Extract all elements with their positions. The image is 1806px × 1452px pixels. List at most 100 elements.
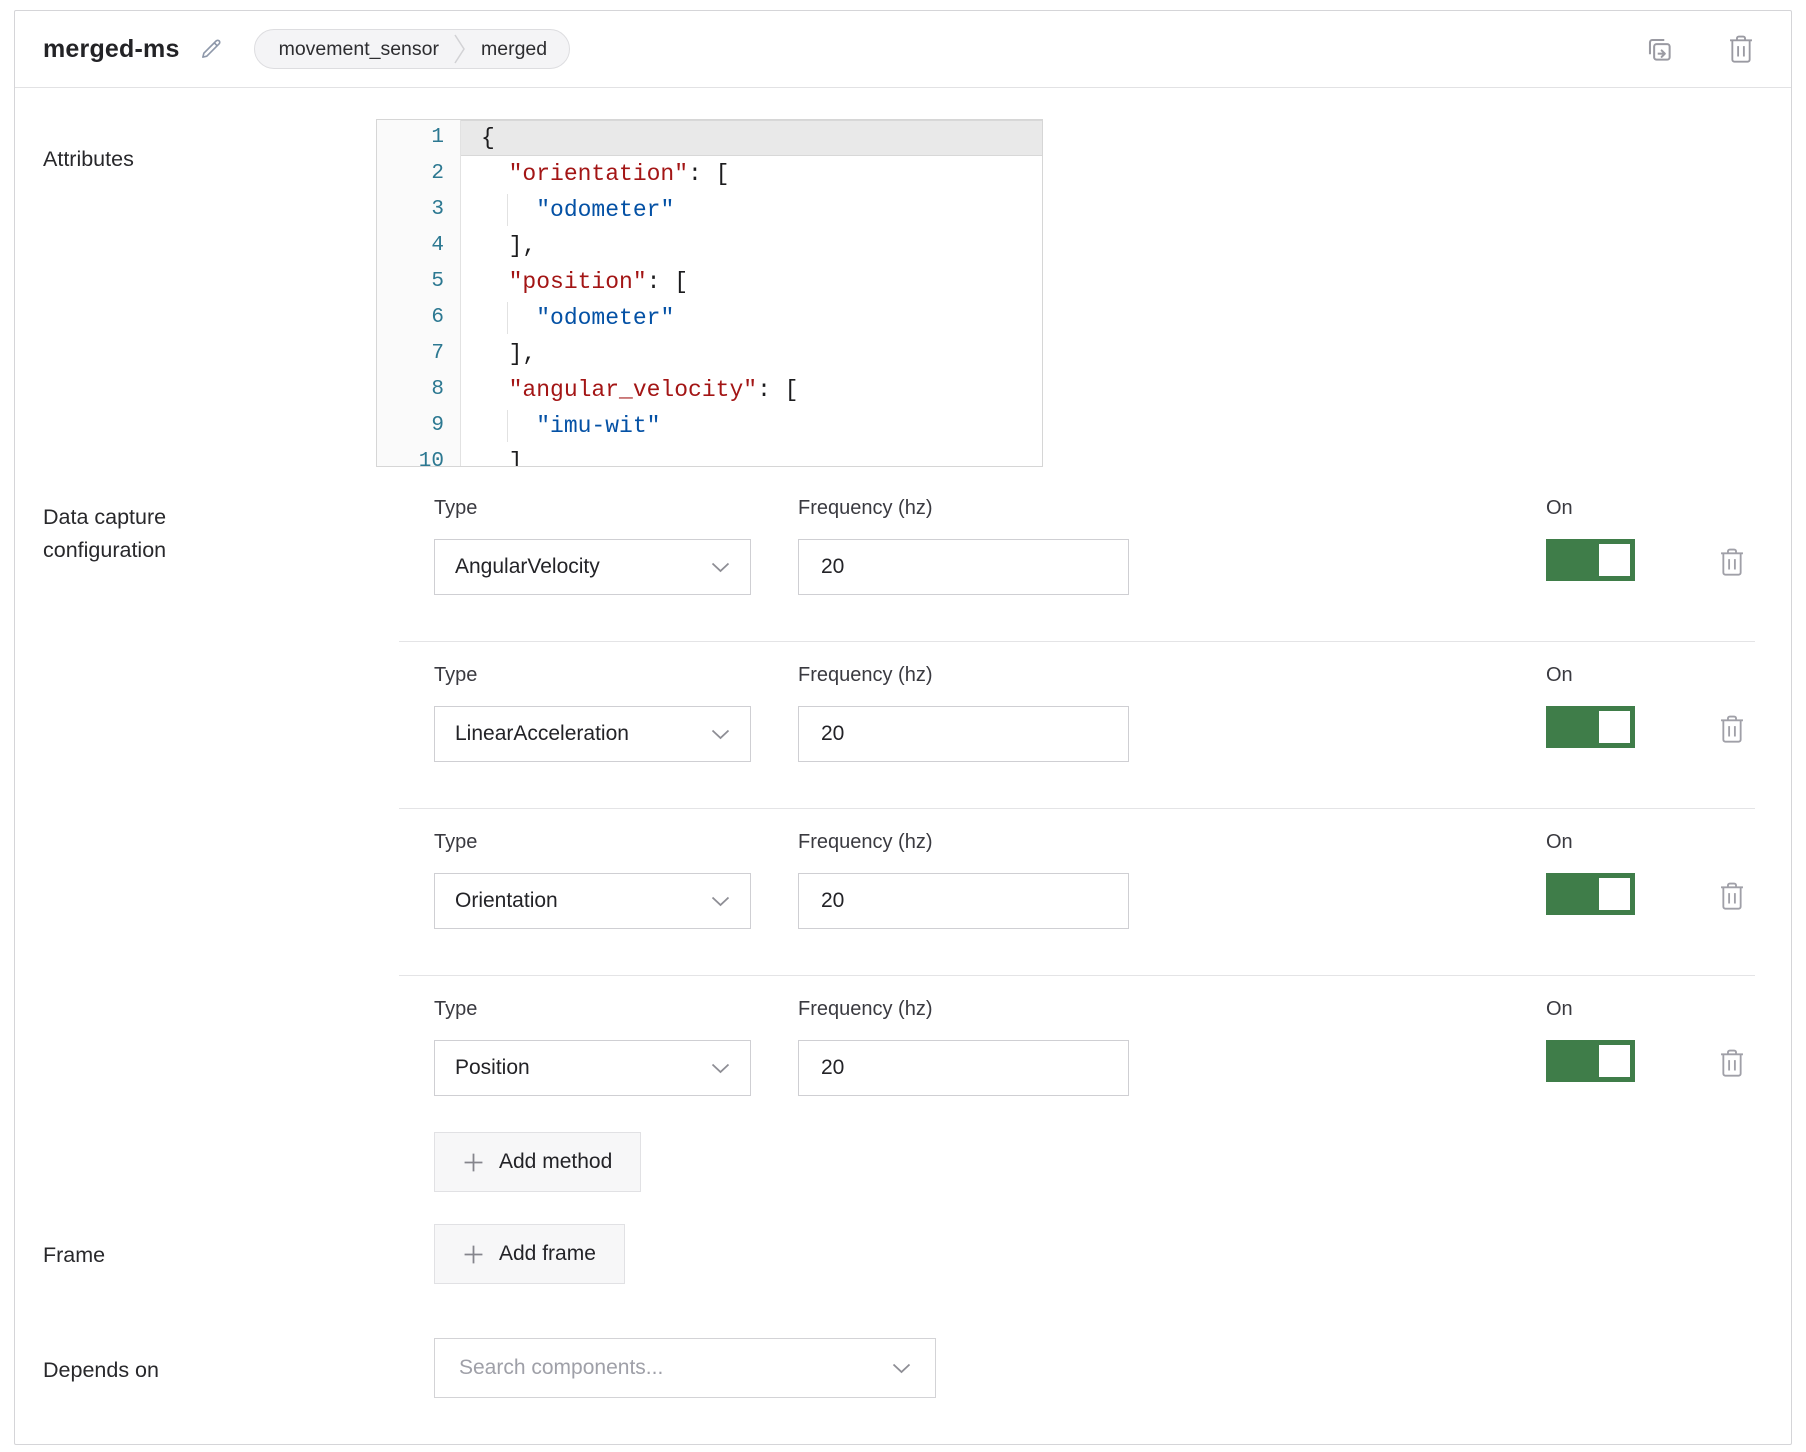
toggle-knob (1599, 544, 1630, 576)
on-label: On (1546, 831, 1573, 854)
add-frame-button[interactable]: Add frame (434, 1224, 625, 1284)
breadcrumb-model: merged (481, 38, 547, 61)
attributes-json-editor[interactable]: 1{2 "orientation": [3 "odometer"4 ],5 "p… (376, 119, 1043, 467)
frequency-label: Frequency (hz) (798, 497, 933, 520)
frequency-input[interactable]: 20 (798, 706, 1129, 762)
code-text: "odometer" (461, 192, 1042, 228)
depends-on-label-col: Depends on (43, 1338, 376, 1398)
type-label: Type (434, 998, 477, 1021)
toggle-knob (1599, 878, 1630, 910)
trash-icon (1718, 547, 1746, 577)
chevron-down-icon (711, 562, 730, 573)
depends-on-label: Depends on (43, 1354, 159, 1387)
code-line: 3 "odometer" (377, 192, 1042, 228)
methods-host: Type Frequency (hz) On AngularVelocity 2… (376, 497, 1755, 1096)
indent-guide (507, 410, 508, 442)
frequency-label: Frequency (hz) (798, 831, 933, 854)
code-line: 9 "imu-wit" (377, 408, 1042, 444)
attributes-label: Attributes (43, 143, 134, 176)
capture-on-toggle[interactable] (1546, 539, 1635, 581)
method-separator (399, 975, 1755, 976)
code-line: 10 ] (377, 444, 1042, 467)
method-separator (399, 808, 1755, 809)
type-select-value: Position (455, 1056, 530, 1080)
add-method-label: Add method (499, 1150, 612, 1174)
trash-icon (1727, 34, 1755, 64)
frequency-input-value: 20 (821, 1056, 844, 1080)
chevron-down-icon (711, 729, 730, 740)
breadcrumb: movement_sensor merged (254, 29, 571, 69)
attributes-field-col: 1{2 "orientation": [3 "odometer"4 ],5 "p… (376, 119, 1755, 467)
code-text: ], (461, 336, 1042, 372)
frequency-input[interactable]: 20 (798, 1040, 1129, 1096)
code-line: 8 "angular_velocity": [ (377, 372, 1042, 408)
type-select[interactable]: LinearAcceleration (434, 706, 751, 762)
toggle-knob (1599, 1045, 1630, 1077)
type-select[interactable]: AngularVelocity (434, 539, 751, 595)
line-number: 4 (377, 228, 461, 264)
delete-component-button[interactable] (1727, 34, 1755, 64)
chevron-down-icon (711, 896, 730, 907)
data-capture-label: Data capture configuration (43, 501, 258, 568)
code-text: "position": [ (461, 264, 1042, 300)
component-card: merged-ms movement_sensor merged (14, 10, 1792, 1445)
edit-name-button[interactable] (198, 36, 224, 62)
method-separator (399, 641, 1755, 642)
chevron-down-icon (711, 1063, 730, 1074)
attributes-label-col: Attributes (43, 119, 376, 467)
delete-method-button[interactable] (1718, 881, 1746, 911)
code-text: "imu-wit" (461, 408, 1042, 444)
duplicate-icon (1644, 34, 1675, 65)
indent-guide (507, 194, 508, 226)
code-text: ], (461, 228, 1042, 264)
line-number: 9 (377, 408, 461, 444)
on-label: On (1546, 998, 1573, 1021)
code-text: "odometer" (461, 300, 1042, 336)
frame-section: Frame Add frame (43, 1224, 1755, 1284)
data-capture-method-row: Type Frequency (hz) On Position 20 (376, 998, 1755, 1096)
chevron-down-icon (892, 1363, 911, 1374)
frequency-input[interactable]: 20 (798, 539, 1129, 595)
line-number: 1 (377, 120, 461, 156)
add-method-button[interactable]: Add method (434, 1132, 641, 1192)
type-select[interactable]: Position (434, 1040, 751, 1096)
capture-on-toggle[interactable] (1546, 1040, 1635, 1082)
line-number: 2 (377, 156, 461, 192)
type-select-value: AngularVelocity (455, 555, 600, 579)
indent-guide (507, 302, 508, 334)
capture-on-toggle[interactable] (1546, 873, 1635, 915)
delete-method-button[interactable] (1718, 547, 1746, 577)
data-capture-method-row: Type Frequency (hz) On Orientation 20 (376, 831, 1755, 929)
duplicate-component-button[interactable] (1644, 34, 1675, 65)
code-text: "angular_velocity": [ (461, 372, 1042, 408)
trash-icon (1718, 1048, 1746, 1078)
code-text: { (461, 120, 1042, 156)
on-label: On (1546, 497, 1573, 520)
type-label: Type (434, 664, 477, 687)
data-capture-method-row: Type Frequency (hz) On LinearAcceleratio… (376, 664, 1755, 762)
code-line: 1{ (377, 120, 1042, 156)
data-capture-section: Data capture configuration Type Frequenc… (43, 497, 1755, 1192)
delete-method-button[interactable] (1718, 714, 1746, 744)
data-capture-field-col: Type Frequency (hz) On AngularVelocity 2… (376, 497, 1755, 1192)
breadcrumb-type: movement_sensor (279, 38, 439, 61)
component-name: merged-ms (43, 35, 180, 64)
type-label: Type (434, 497, 477, 520)
frequency-input-value: 20 (821, 555, 844, 579)
plus-icon (463, 1152, 484, 1173)
attributes-code-lines: 1{2 "orientation": [3 "odometer"4 ],5 "p… (377, 120, 1042, 467)
capture-on-toggle[interactable] (1546, 706, 1635, 748)
pencil-icon (198, 36, 224, 62)
line-number: 8 (377, 372, 461, 408)
attributes-section: Attributes 1{2 "orientation": [3 "odomet… (43, 119, 1755, 467)
type-select[interactable]: Orientation (434, 873, 751, 929)
frequency-input[interactable]: 20 (798, 873, 1129, 929)
frame-field-col: Add frame (376, 1224, 1755, 1284)
line-number: 5 (377, 264, 461, 300)
line-number: 7 (377, 336, 461, 372)
trash-icon (1718, 881, 1746, 911)
code-text: ] (461, 444, 1042, 467)
data-capture-label-col: Data capture configuration (43, 497, 376, 1192)
delete-method-button[interactable] (1718, 1048, 1746, 1078)
depends-on-select[interactable]: Search components... (434, 1338, 936, 1398)
